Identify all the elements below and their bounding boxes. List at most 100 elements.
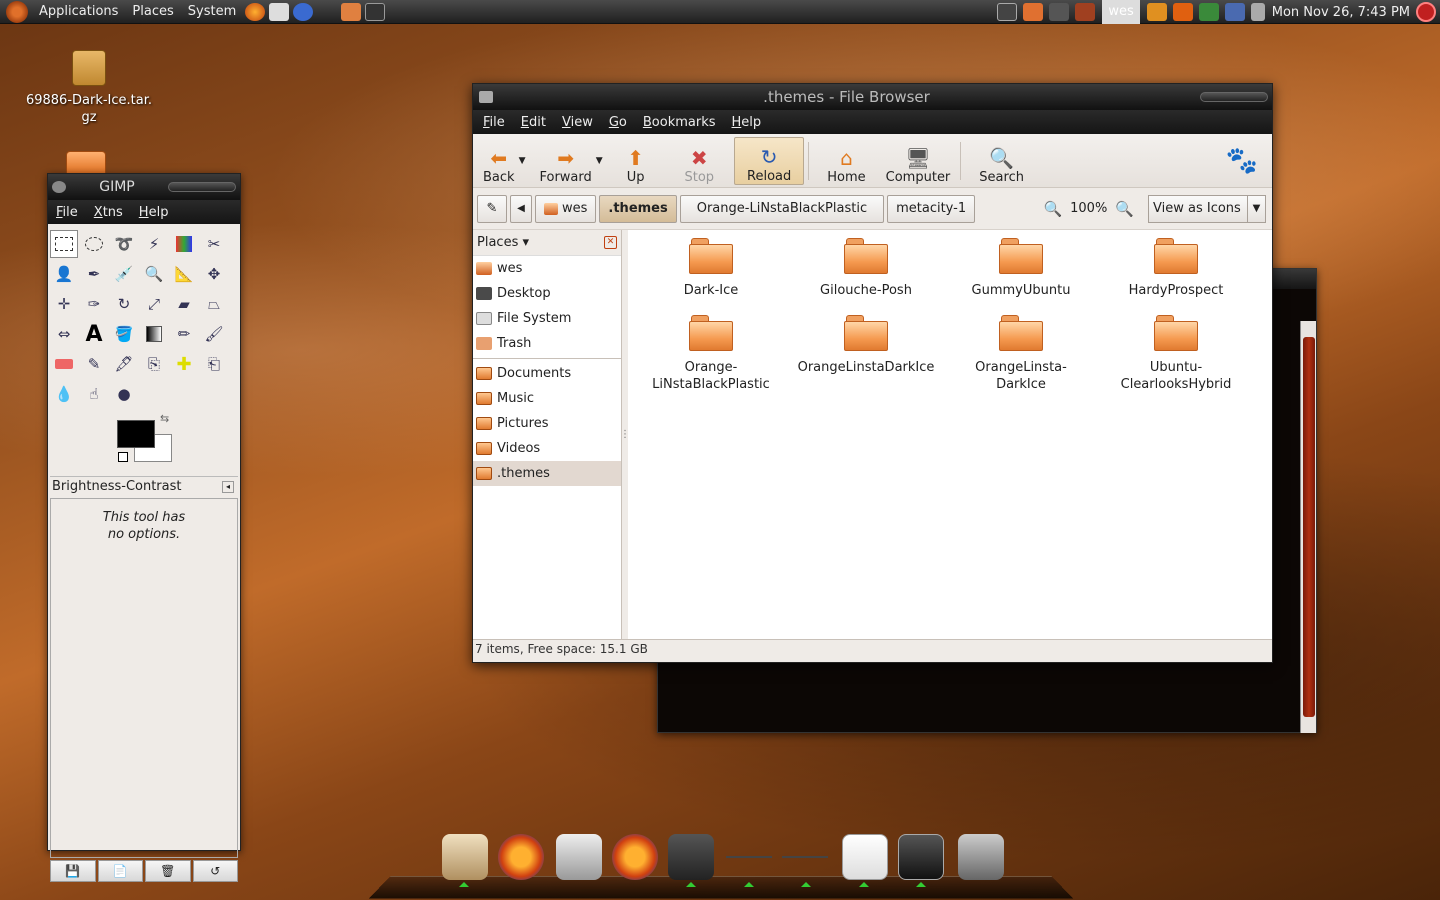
window-controls[interactable]: [1200, 92, 1268, 102]
gimp-menu-xtns[interactable]: Xtns: [86, 205, 131, 220]
search-button[interactable]: 🔍 Search: [965, 137, 1038, 185]
workspace-user[interactable]: wes: [1102, 0, 1140, 24]
menu-view[interactable]: View: [554, 115, 601, 130]
sidebar-item-themes[interactable]: .themes: [473, 461, 621, 486]
move-tool-icon[interactable]: ✥: [200, 260, 228, 288]
zoom-out-icon[interactable]: 🔍: [1043, 200, 1062, 218]
stop-button[interactable]: ✖ Stop: [664, 137, 734, 185]
gimp-tray-icon[interactable]: [1049, 3, 1070, 21]
close-sidebar-icon[interactable]: ✕: [604, 236, 617, 249]
fuzzy-select-tool-icon[interactable]: ⚡: [140, 230, 168, 258]
workspace-icon[interactable]: [1075, 3, 1096, 21]
terminal-scrollbar-thumb[interactable]: [1303, 337, 1315, 717]
desktop-icon-folder[interactable]: [64, 151, 108, 175]
dock-archive-manager-icon[interactable]: [442, 834, 488, 880]
default-colors-icon[interactable]: [118, 452, 128, 462]
view-mode-select[interactable]: View as Icons ▼: [1148, 194, 1266, 223]
gimp-menu-file[interactable]: File: [48, 205, 86, 220]
scale-tool-icon[interactable]: ⤢: [140, 290, 168, 318]
menu-edit[interactable]: Edit: [513, 115, 554, 130]
foreground-select-tool-icon[interactable]: 👤: [50, 260, 78, 288]
folder-item-dark-ice[interactable]: Dark-Ice: [636, 238, 786, 299]
sidebar-item-wes[interactable]: wes: [473, 256, 621, 281]
path-button-metacity-1[interactable]: metacity-1: [887, 194, 976, 223]
file-manager-tray-icon[interactable]: [1023, 3, 1044, 21]
perspective-tool-icon[interactable]: ⏢: [200, 290, 228, 318]
rotate-tool-icon[interactable]: ↻: [110, 290, 138, 318]
sidebar-item-trash[interactable]: Trash: [473, 331, 621, 356]
blur-tool-icon[interactable]: 💧: [50, 380, 78, 408]
forward-history-dropdown[interactable]: ▼: [596, 156, 603, 166]
folder-item-orange-linstablackplastic[interactable]: Orange- LiNstaBlackPlastic: [636, 315, 786, 393]
window-menu-icon[interactable]: [479, 91, 493, 103]
crop-tool-icon[interactable]: ✑: [80, 290, 108, 318]
folder-item-gilouche-posh[interactable]: Gilouche-Posh: [791, 238, 941, 299]
sidebar-item-videos[interactable]: Videos: [473, 436, 621, 461]
dock-desktop-switcher-icon[interactable]: [958, 834, 1004, 880]
menu-system[interactable]: System: [181, 4, 243, 19]
file-browser-titlebar[interactable]: .themes - File Browser: [473, 84, 1272, 110]
scissors-tool-icon[interactable]: ✂: [200, 230, 228, 258]
reload-button[interactable]: ↻ Reload: [734, 136, 805, 185]
sidebar-item-file-system[interactable]: File System: [473, 306, 621, 331]
paintbrush-tool-icon[interactable]: 🖌: [200, 320, 228, 348]
free-select-tool-icon[interactable]: ➰: [110, 230, 138, 258]
tool-options-menu-icon[interactable]: ◂: [222, 480, 234, 493]
swap-colors-icon[interactable]: ⇆: [160, 412, 169, 425]
sidebar-item-documents[interactable]: Documents: [473, 361, 621, 386]
path-button-themes[interactable]: .themes: [599, 194, 677, 223]
ink-tool-icon[interactable]: 🖋: [110, 350, 138, 378]
dock-terminal-icon[interactable]: [898, 834, 944, 880]
battery-icon[interactable]: [1198, 3, 1219, 21]
file-icon-view[interactable]: Dark-Ice Gilouche-Posh GummyUbuntu Hardy…: [628, 230, 1272, 639]
window-list-icon[interactable]: [997, 3, 1018, 21]
update-notifier-icon[interactable]: [1172, 3, 1193, 21]
path-button-wes[interactable]: wes: [535, 194, 597, 223]
clock[interactable]: Mon Nov 26, 7:43 PM: [1268, 5, 1416, 20]
desktop-icon-dark-ice-archive[interactable]: 69886-Dark-Ice.tar. gz: [24, 50, 154, 126]
ubuntu-logo-icon[interactable]: [6, 0, 28, 23]
paths-tool-icon[interactable]: ✒: [80, 260, 108, 288]
gimp-menu-help[interactable]: Help: [131, 205, 177, 220]
mail-launcher-icon[interactable]: [269, 2, 290, 21]
flip-tool-icon[interactable]: ⇔: [50, 320, 78, 348]
menu-go[interactable]: Go: [601, 115, 635, 130]
sidebar-item-pictures[interactable]: Pictures: [473, 411, 621, 436]
folder-item-orangelinsta-darkice[interactable]: OrangeLinsta- DarkIce: [946, 315, 1096, 393]
compiz-tray-icon[interactable]: [1146, 3, 1167, 21]
zoom-in-icon[interactable]: 🔍: [1115, 200, 1134, 218]
color-picker-tool-icon[interactable]: 💉: [110, 260, 138, 288]
volume-icon[interactable]: [1250, 3, 1265, 21]
text-tool-icon[interactable]: A: [80, 320, 108, 348]
menu-help[interactable]: Help: [724, 115, 770, 130]
perspective-clone-tool-icon[interactable]: ⎗: [200, 350, 228, 378]
zoom-level[interactable]: 100%: [1070, 201, 1107, 216]
airbrush-tool-icon[interactable]: ✎: [80, 350, 108, 378]
delete-options-button[interactable]: 🗑: [145, 860, 191, 882]
menu-file[interactable]: File: [475, 115, 513, 130]
dodge-burn-tool-icon[interactable]: ●: [110, 380, 138, 408]
gimp-window-icon[interactable]: [52, 181, 66, 193]
folder-item-orangelinstadarkice[interactable]: OrangeLinstaDarkIce: [791, 315, 941, 376]
gimp-titlebar[interactable]: GIMP: [48, 174, 240, 200]
network-signal-icon[interactable]: [1224, 3, 1245, 21]
align-tool-icon[interactable]: ✛: [50, 290, 78, 318]
terminal-scrollbar[interactable]: [1300, 321, 1316, 733]
toggle-location-entry-button[interactable]: ✎: [477, 194, 507, 223]
terminal-launcher-icon[interactable]: [365, 2, 386, 21]
menu-bookmarks[interactable]: Bookmarks: [635, 115, 724, 130]
window-controls[interactable]: [168, 182, 236, 192]
back-button[interactable]: ⬅ Back: [473, 137, 525, 185]
menu-applications[interactable]: Applications: [32, 4, 125, 19]
firefox-launcher-icon[interactable]: [245, 2, 266, 21]
back-history-dropdown[interactable]: ▼: [519, 156, 526, 166]
dock-text-editor-icon[interactable]: [842, 834, 888, 880]
dock-file-cabinet-icon[interactable]: [556, 834, 602, 880]
path-scroll-left-button[interactable]: ◀: [510, 194, 532, 223]
pencil-tool-icon[interactable]: ✏: [170, 320, 198, 348]
bucket-fill-tool-icon[interactable]: 🪣: [110, 320, 138, 348]
dock-gimp-icon[interactable]: [668, 834, 714, 880]
dock-firefox-icon[interactable]: [498, 834, 544, 880]
folder-item-hardyprospect[interactable]: HardyProspect: [1101, 238, 1251, 299]
folder-item-gummyubuntu[interactable]: GummyUbuntu: [946, 238, 1096, 299]
